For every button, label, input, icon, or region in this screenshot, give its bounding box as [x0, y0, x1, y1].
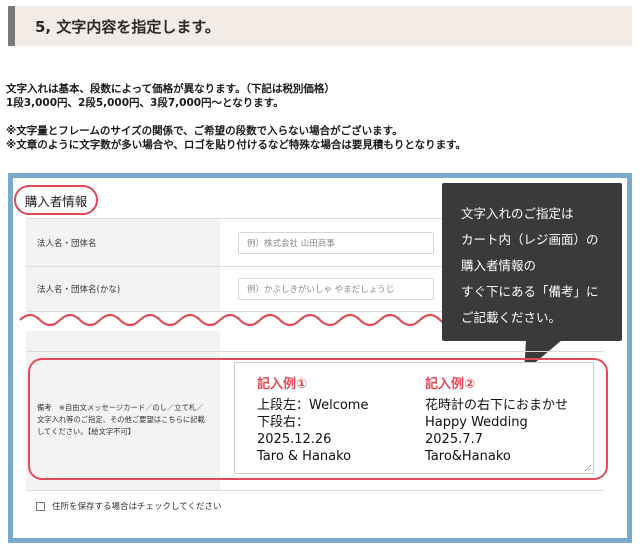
- instruction-callout: 文字入れのご指定は カート内（レジ画面）の 購入者情報の すぐ下にある「備考」に…: [442, 183, 622, 341]
- company-kana-row: 法人名・団体名(かな) 例）かぶしきがいしゃ やまだしょうじ: [26, 266, 456, 312]
- pricing-intro: 文字入れは基本、段数によって価格が異なります。（下記は税別価格） 1段3,000…: [6, 82, 634, 110]
- company-row: 法人名・団体名 例）株式会社 山田商事: [26, 218, 456, 266]
- example-1-title: 記入例①: [257, 377, 308, 392]
- remarks-label-line-3: してください。【絵文字不可】: [37, 427, 136, 436]
- example-1-line-1: 上段左：Welcome: [257, 398, 369, 413]
- callout-line-1: 文字入れのご指定は: [461, 206, 574, 221]
- company-kana-label: 法人名・団体名(かな): [26, 267, 220, 311]
- remarks-label-line-1: 備考 ※自由文メッセージカード／のし／立て札／: [37, 403, 204, 412]
- buyer-info-title-text: 購入者情報: [24, 193, 88, 209]
- example-2-line-2: Happy Wedding: [425, 415, 528, 430]
- pricing-line-1: 文字入れは基本、段数によって価格が異なります。（下記は税別価格）: [6, 83, 335, 95]
- callout-line-5: ご記載ください。: [461, 310, 562, 325]
- company-input[interactable]: 例）株式会社 山田商事: [238, 232, 434, 254]
- label-column-strip: [26, 331, 220, 351]
- example-2-title: 記入例②: [425, 377, 476, 392]
- callout-line-2: カート内（レジ画面）の: [461, 232, 599, 247]
- pricing-line-2: 1段3,000円、2段5,000円、3段7,000円～となります。: [6, 97, 284, 109]
- company-label: 法人名・団体名: [26, 219, 220, 266]
- pricing-notes: ※文字量とフレームのサイズの関係で、ご希望の段数で入らない場合がございます。 ※…: [6, 124, 634, 152]
- note-line-2: ※文章のように文字数が多い場合や、ロゴを貼り付けるなど特殊な場合は要見積もりとな…: [6, 139, 467, 151]
- save-address-checkbox[interactable]: [36, 501, 45, 511]
- company-kana-input[interactable]: 例）かぶしきがいしゃ やまだしょうじ: [238, 278, 434, 300]
- section-heading: 5, 文字内容を指定します。: [8, 6, 632, 46]
- cut-wave-divider: [18, 313, 458, 331]
- example-2-line-4: Taro&Hanako: [425, 449, 511, 464]
- example-1-line-2: 下段右：: [257, 415, 310, 430]
- save-address-label: 住所を保存する場合はチェックしてください: [52, 502, 222, 512]
- section-title: 5, 文字内容を指定します。: [35, 17, 220, 36]
- example-1-line-4: Taro & Hanako: [257, 449, 352, 464]
- remarks-label: 備考 ※自由文メッセージカード／のし／立て札／ 文字入れ等のご指定、その他ご要望…: [37, 402, 219, 438]
- remarks-label-line-2: 文字入れ等のご指定、その他ご要望はこちらに記載: [37, 415, 205, 424]
- callout-line-4: すぐ下にある「備考」に: [461, 284, 599, 299]
- resize-grip-icon[interactable]: [584, 464, 592, 472]
- example-2-line-1: 花時計の右下におまかせ: [425, 398, 569, 413]
- save-address-row[interactable]: 住所を保存する場合はチェックしてください: [36, 500, 222, 512]
- buyer-info-title: 購入者情報: [14, 185, 98, 215]
- example-2-line-3: 2025.7.7: [425, 432, 483, 447]
- callout-line-3: 購入者情報の: [461, 258, 537, 273]
- example-1-line-3: 2025.12.26: [257, 432, 332, 447]
- note-line-1: ※文字量とフレームのサイズの関係で、ご希望の段数で入らない場合がございます。: [6, 125, 403, 137]
